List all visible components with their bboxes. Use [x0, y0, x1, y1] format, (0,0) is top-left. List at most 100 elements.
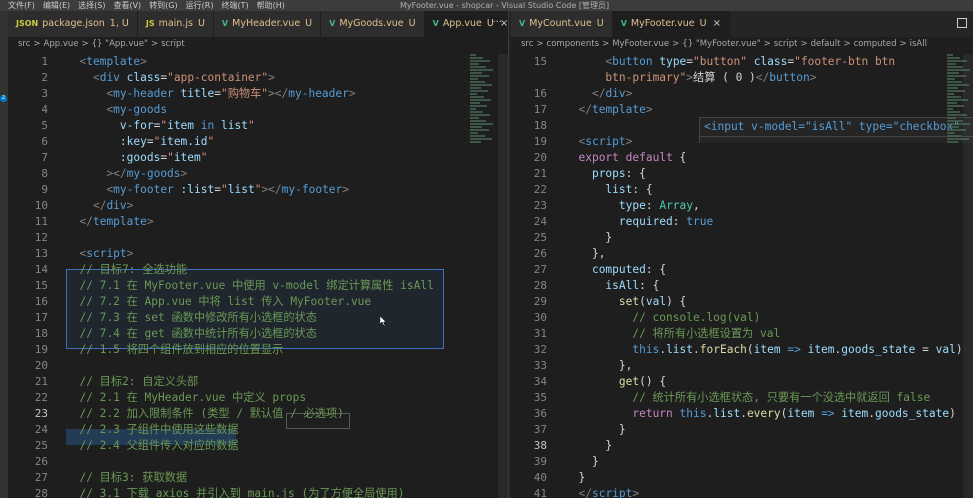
menu-item[interactable]: 选择(S): [78, 0, 105, 11]
scrollbar-left[interactable]: [498, 54, 508, 498]
menu-item[interactable]: 运行(R): [186, 0, 214, 11]
line-number: 1: [41, 55, 48, 68]
code-line[interactable]: 20: [8, 358, 508, 374]
code-line[interactable]: 26: [8, 454, 508, 470]
code-line[interactable]: 21 // 目标2: 自定义头部: [8, 374, 508, 390]
code-line[interactable]: 15 // 7.1 在 MyFooter.vue 中使用 v-model 绑定计…: [8, 278, 508, 294]
breadcrumb-item[interactable]: src: [521, 39, 533, 49]
code-line[interactable]: 38 }: [511, 438, 973, 454]
code-line[interactable]: 29 set(val) {: [511, 294, 973, 310]
breadcrumb-item[interactable]: isAll: [910, 39, 927, 49]
code-line[interactable]: 27 computed: {: [511, 262, 973, 278]
line-number: 20: [34, 359, 48, 372]
code-line[interactable]: 22 list: {: [511, 182, 973, 198]
more-actions-icon[interactable]: ···: [492, 11, 502, 35]
line-text: // 7.1 在 MyFooter.vue 中使用 v-model 绑定计算属性…: [66, 278, 433, 294]
menu-item[interactable]: 查看(V): [113, 0, 141, 11]
code-line[interactable]: 23 type: Array,: [511, 198, 973, 214]
breadcrumb-right: src > components > MyFooter.vue >{} "MyFooter…: [511, 37, 973, 51]
code-line[interactable]: 39 }: [511, 454, 973, 470]
tab-main-js[interactable]: JS main.js U: [137, 11, 214, 37]
code-line[interactable]: 6 :key="item.id": [8, 134, 508, 150]
line-number: 25: [533, 231, 547, 244]
split-editor-icon[interactable]: [957, 18, 967, 28]
code-line[interactable]: 24 // 2.3 子组件中使用这些数据: [8, 422, 508, 438]
code-line[interactable]: 28 isAll: {: [511, 278, 973, 294]
code-line[interactable]: 13 <script>: [8, 246, 508, 262]
code-line[interactable]: 8 ></my-goods>: [8, 166, 508, 182]
tab-package-json[interactable]: JSON package.json 1, U: [8, 11, 138, 37]
code-line[interactable]: 28 // 3.1 下载 axios 并引入到 main.js (为了方便全局使…: [8, 486, 508, 498]
code-line[interactable]: 11 </template>: [8, 214, 508, 230]
menu-item[interactable]: 帮助(H): [257, 0, 285, 11]
code-line[interactable]: 14 // 目标7: 全选功能: [8, 262, 508, 278]
menu-item[interactable]: 终端(T): [221, 0, 248, 11]
code-line[interactable]: 20 export default {: [511, 150, 973, 166]
code-line[interactable]: 32 this.list.forEach(item => item.goods_…: [511, 342, 973, 358]
code-line[interactable]: 21 props: {: [511, 166, 973, 182]
code-line[interactable]: btn-primary">结算 ( 0 )</button>: [511, 70, 973, 86]
code-line[interactable]: 18 // 7.4 在 get 函数中统计所有小选框的状态: [8, 326, 508, 342]
tab-mycount-vue[interactable]: V MyCount.vue U: [511, 11, 613, 37]
breadcrumb-item[interactable]: script: [774, 39, 798, 49]
code-line[interactable]: 23 // 2.2 加入限制条件 (类型 / 默认值 / 必选项): [8, 406, 508, 422]
code-line[interactable]: 4 <my-goods: [8, 102, 508, 118]
code-line[interactable]: 9 <my-footer :list="list"></my-footer>: [8, 182, 508, 198]
minimap-line: [947, 135, 962, 137]
breadcrumb-item[interactable]: computed: [854, 39, 897, 49]
breadcrumb-item[interactable]: script: [161, 39, 185, 49]
tab-myheader-vue[interactable]: V MyHeader.vue U: [213, 11, 322, 37]
code-line[interactable]: 17 // 7.3 在 set 函数中修改所有小选框的状态: [8, 310, 508, 326]
code-line[interactable]: 35 // 统计所有小选框状态, 只要有一个没选中就返回 false: [511, 390, 973, 406]
code-line[interactable]: 24 required: true: [511, 214, 973, 230]
code-line[interactable]: 2 <div class="app-container">: [8, 70, 508, 86]
code-line[interactable]: 22 // 2.1 在 MyHeader.vue 中定义 props: [8, 390, 508, 406]
code-line[interactable]: 10 </div>: [8, 198, 508, 214]
breadcrumb-item[interactable]: {} "App.vue": [92, 39, 148, 49]
code-token: .: [868, 407, 875, 420]
breadcrumb-item[interactable]: App.vue: [44, 39, 79, 49]
code-line[interactable]: 5 v-for="item in list": [8, 118, 508, 134]
code-line[interactable]: 30 // console.log(val): [511, 310, 973, 326]
code-line[interactable]: 3 <my-header title="购物车"></my-header>: [8, 86, 508, 102]
code-line[interactable]: 19 // 1.5 将四个组件放到相应的位置显示: [8, 342, 508, 358]
code-line[interactable]: 12: [8, 230, 508, 246]
source-control-badge[interactable]: 2: [0, 95, 7, 102]
tab-myfooter-vue[interactable]: V MyFooter.vue U ×: [612, 11, 730, 37]
breadcrumb-item[interactable]: src: [18, 39, 30, 49]
code-line[interactable]: 36 return this.list.every(item => item.g…: [511, 406, 973, 422]
code-line[interactable]: 25 // 2.4 父组件传入对应的数据: [8, 438, 508, 454]
code-line[interactable]: 41 </script>: [511, 486, 973, 498]
menu-item[interactable]: 编辑(E): [43, 0, 70, 11]
code-line[interactable]: 33 },: [511, 358, 973, 374]
minimap-line: [947, 111, 960, 113]
code-line[interactable]: 26 },: [511, 246, 973, 262]
breadcrumb-item[interactable]: components: [547, 39, 600, 49]
code-line[interactable]: 16 </div>: [511, 86, 973, 102]
code-line[interactable]: 16 // 7.2 在 App.vue 中将 list 传入 MyFooter.…: [8, 294, 508, 310]
breadcrumb-item[interactable]: {} "MyFooter.vue": [682, 39, 760, 49]
code-line[interactable]: 15 <button type="button" class="footer-b…: [511, 54, 973, 70]
minimap-left[interactable]: [470, 54, 496, 164]
code-line[interactable]: 27 // 目标3: 获取数据: [8, 470, 508, 486]
code-line[interactable]: 7 :goods="item": [8, 150, 508, 166]
code-area-left[interactable]: 1 <template> 2 <div class="app-container"…: [8, 54, 508, 498]
code-line[interactable]: 25 }: [511, 230, 973, 246]
code-line[interactable]: 17 </template>: [511, 102, 973, 118]
code-line[interactable]: 31 // 将所有小选框设置为 val: [511, 326, 973, 342]
code-token: list: [605, 183, 633, 196]
code-line[interactable]: 40 }: [511, 470, 973, 486]
code-line[interactable]: 37 }: [511, 422, 973, 438]
code-line[interactable]: 34 get() {: [511, 374, 973, 390]
menu-item[interactable]: 文件(F): [8, 0, 35, 11]
code-line[interactable]: 1 <template>: [8, 54, 508, 70]
scrollbar-right[interactable]: [963, 54, 973, 498]
breadcrumb-item[interactable]: MyFooter.vue: [612, 39, 669, 49]
tab-mygoods-vue[interactable]: V MyGoods.vue U: [321, 11, 425, 37]
menu-item[interactable]: 转到(G): [149, 0, 177, 11]
close-icon[interactable]: ×: [713, 18, 721, 29]
breadcrumb-item[interactable]: default: [811, 39, 841, 49]
